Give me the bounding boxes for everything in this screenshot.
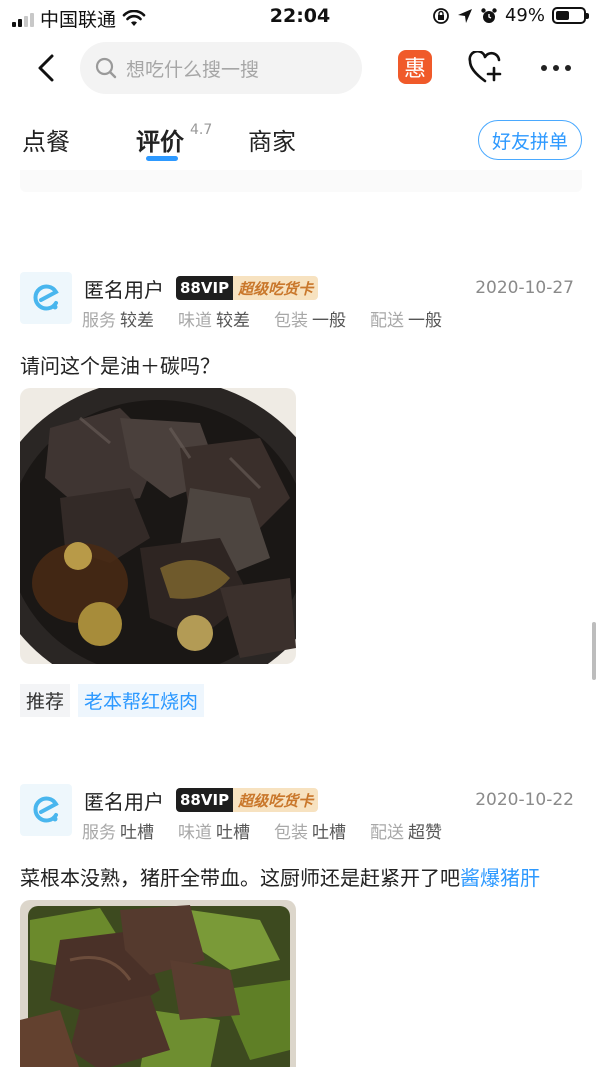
foodie-card-badge: 超级吃货卡 [233, 276, 319, 300]
dish-tag-link[interactable]: 酱爆猪肝 [460, 866, 540, 890]
score-taste: 较差 [216, 311, 250, 331]
search-input[interactable]: 想吃什么搜一搜 [80, 42, 362, 94]
foodie-card-badge: 超级吃货卡 [233, 788, 319, 812]
favorite-button[interactable] [466, 48, 506, 88]
more-icon [541, 65, 547, 71]
battery-percent: 49% [504, 5, 545, 26]
vip-badge: 88VIP 超级吃货卡 [176, 788, 319, 812]
heart-plus-icon [468, 51, 502, 83]
alarm-icon [481, 7, 497, 23]
score-service: 较差 [120, 311, 154, 331]
score-delivery: 超赞 [408, 823, 442, 843]
score-packaging: 吐槽 [312, 823, 346, 843]
reviewer-name: 匿名用户 [84, 278, 164, 302]
lock-rotation-icon [433, 7, 449, 24]
pork-liver-photo [20, 900, 296, 1067]
recommend-dish-link[interactable]: 老本帮红烧肉 [78, 684, 205, 717]
score-taste: 吐槽 [216, 823, 250, 843]
tab-merchant[interactable]: 商家 [248, 122, 296, 157]
review-date: 2020-10-27 [475, 278, 574, 298]
vip-level: 88VIP [176, 788, 234, 812]
review-scores: 服务 吐槽 味道 吐槽 包装 吐槽 配送 超赞 [82, 823, 442, 843]
store-rating: 4.7 [190, 122, 213, 138]
promo-button[interactable]: 惠 [398, 50, 432, 84]
score-service: 吐槽 [120, 823, 154, 843]
score-delivery: 一般 [408, 311, 442, 331]
tab-reviews[interactable]: 评价 4.7 [136, 122, 212, 157]
review-photo[interactable] [20, 388, 296, 664]
location-icon [457, 8, 472, 23]
score-packaging: 一般 [312, 311, 346, 331]
search-placeholder: 想吃什么搜一搜 [126, 58, 260, 81]
back-icon [38, 54, 54, 82]
status-bar: 中国联通 22:04 49% [0, 0, 600, 36]
review-text: 请问这个是油＋碳吗？ [20, 354, 220, 378]
tab-order[interactable]: 点餐 [22, 122, 70, 157]
vip-level: 88VIP [176, 276, 234, 300]
eleme-logo-icon [33, 284, 59, 311]
scrollbar[interactable] [592, 622, 596, 680]
back-button[interactable] [28, 48, 64, 88]
more-button[interactable] [534, 48, 578, 88]
braised-pork-photo [20, 388, 296, 664]
tab-indicator [146, 156, 178, 161]
previous-card-edge [20, 170, 582, 192]
tab-bar: 点餐 评价 4.7 商家 好友拼单 [0, 112, 600, 166]
recommended-dish: 推荐 老本帮红烧肉 [20, 684, 205, 717]
top-bar: 想吃什么搜一搜 惠 [0, 40, 600, 96]
review-date: 2020-10-22 [475, 790, 574, 810]
review-photo[interactable] [20, 900, 296, 1067]
vip-badge: 88VIP 超级吃货卡 [176, 276, 319, 300]
search-icon [95, 57, 117, 79]
reviewer-name: 匿名用户 [84, 790, 164, 814]
review-text: 菜根本没熟，猪肝全带血。这厨师还是赶紧开了吧酱爆猪肝 [20, 866, 540, 890]
avatar[interactable] [20, 272, 72, 324]
status-right: 49% [432, 5, 589, 26]
review-scores: 服务 较差 味道 较差 包装 一般 配送 一般 [82, 311, 442, 331]
avatar[interactable] [20, 784, 72, 836]
eleme-logo-icon [33, 796, 59, 823]
recommend-label: 推荐 [20, 684, 71, 717]
battery-icon [552, 7, 589, 24]
battery-fill [556, 11, 569, 20]
group-order-button[interactable]: 好友拼单 [478, 120, 582, 160]
